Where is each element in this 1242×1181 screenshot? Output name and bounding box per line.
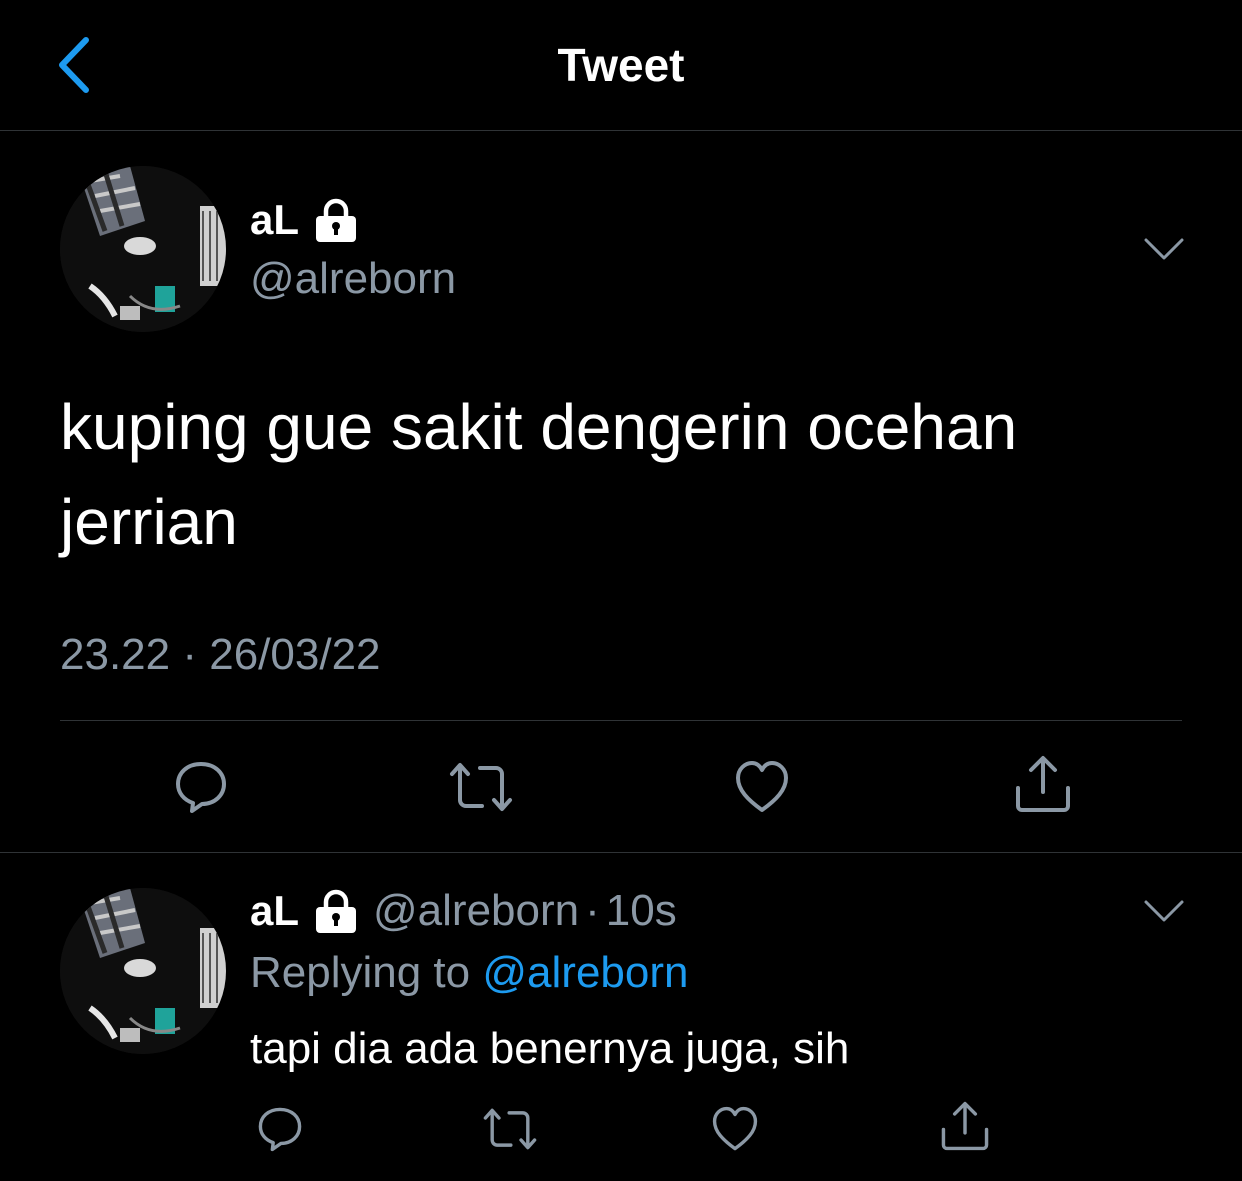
- like-button[interactable]: [734, 760, 790, 814]
- replying-to-label: Replying to: [250, 948, 471, 997]
- user-handle[interactable]: @alreborn: [250, 254, 456, 304]
- lock-icon: [313, 888, 359, 934]
- more-options-button[interactable]: [1142, 234, 1186, 264]
- share-button[interactable]: [940, 1100, 990, 1152]
- timestamp-separator: ·: [182, 630, 197, 679]
- retweet-icon: [450, 763, 512, 811]
- top-bar: Tweet: [0, 0, 1242, 131]
- reply-header: aL @alreborn · 10s: [250, 886, 677, 936]
- reply-button[interactable]: [256, 1106, 304, 1152]
- retweet-icon: [483, 1108, 537, 1150]
- share-icon: [941, 1101, 989, 1151]
- reply-text: tapi dia ada benernya juga, sih: [250, 1024, 850, 1073]
- avatar[interactable]: [60, 166, 226, 332]
- tweet-time: 23.22: [60, 630, 171, 679]
- retweet-button[interactable]: [482, 1106, 538, 1152]
- reply-icon: [258, 1107, 302, 1152]
- divider: [0, 852, 1242, 853]
- reply-button[interactable]: [174, 760, 228, 814]
- tweet-date: 26/03/22: [209, 630, 381, 679]
- avatar[interactable]: [60, 888, 226, 1054]
- tweet-text: kuping gue sakit dengerin ocehan jerrian: [60, 391, 1018, 558]
- display-name[interactable]: aL: [250, 887, 299, 935]
- mention-link[interactable]: @alreborn: [482, 948, 688, 997]
- heart-icon: [712, 1106, 758, 1151]
- reply-icon: [176, 762, 226, 813]
- page-title: Tweet: [557, 39, 685, 91]
- replying-to: Replying to @alreborn: [250, 948, 688, 998]
- share-button[interactable]: [1014, 754, 1072, 814]
- display-name[interactable]: aL: [250, 196, 359, 244]
- share-icon: [1016, 756, 1070, 812]
- display-name-text: aL: [250, 196, 300, 243]
- divider: [60, 720, 1182, 721]
- more-options-button[interactable]: [1142, 896, 1186, 926]
- retweet-button[interactable]: [448, 760, 514, 814]
- chevron-down-icon: [1144, 900, 1184, 922]
- like-button[interactable]: [710, 1106, 760, 1152]
- timestamp-separator: ·: [585, 886, 600, 935]
- lock-icon: [313, 197, 359, 243]
- chevron-down-icon: [1144, 238, 1184, 260]
- tweet-timestamp: 23.22 · 26/03/22: [60, 630, 381, 680]
- heart-icon: [736, 761, 788, 812]
- user-handle[interactable]: @alreborn: [373, 886, 579, 936]
- reply-time[interactable]: 10s: [606, 886, 677, 936]
